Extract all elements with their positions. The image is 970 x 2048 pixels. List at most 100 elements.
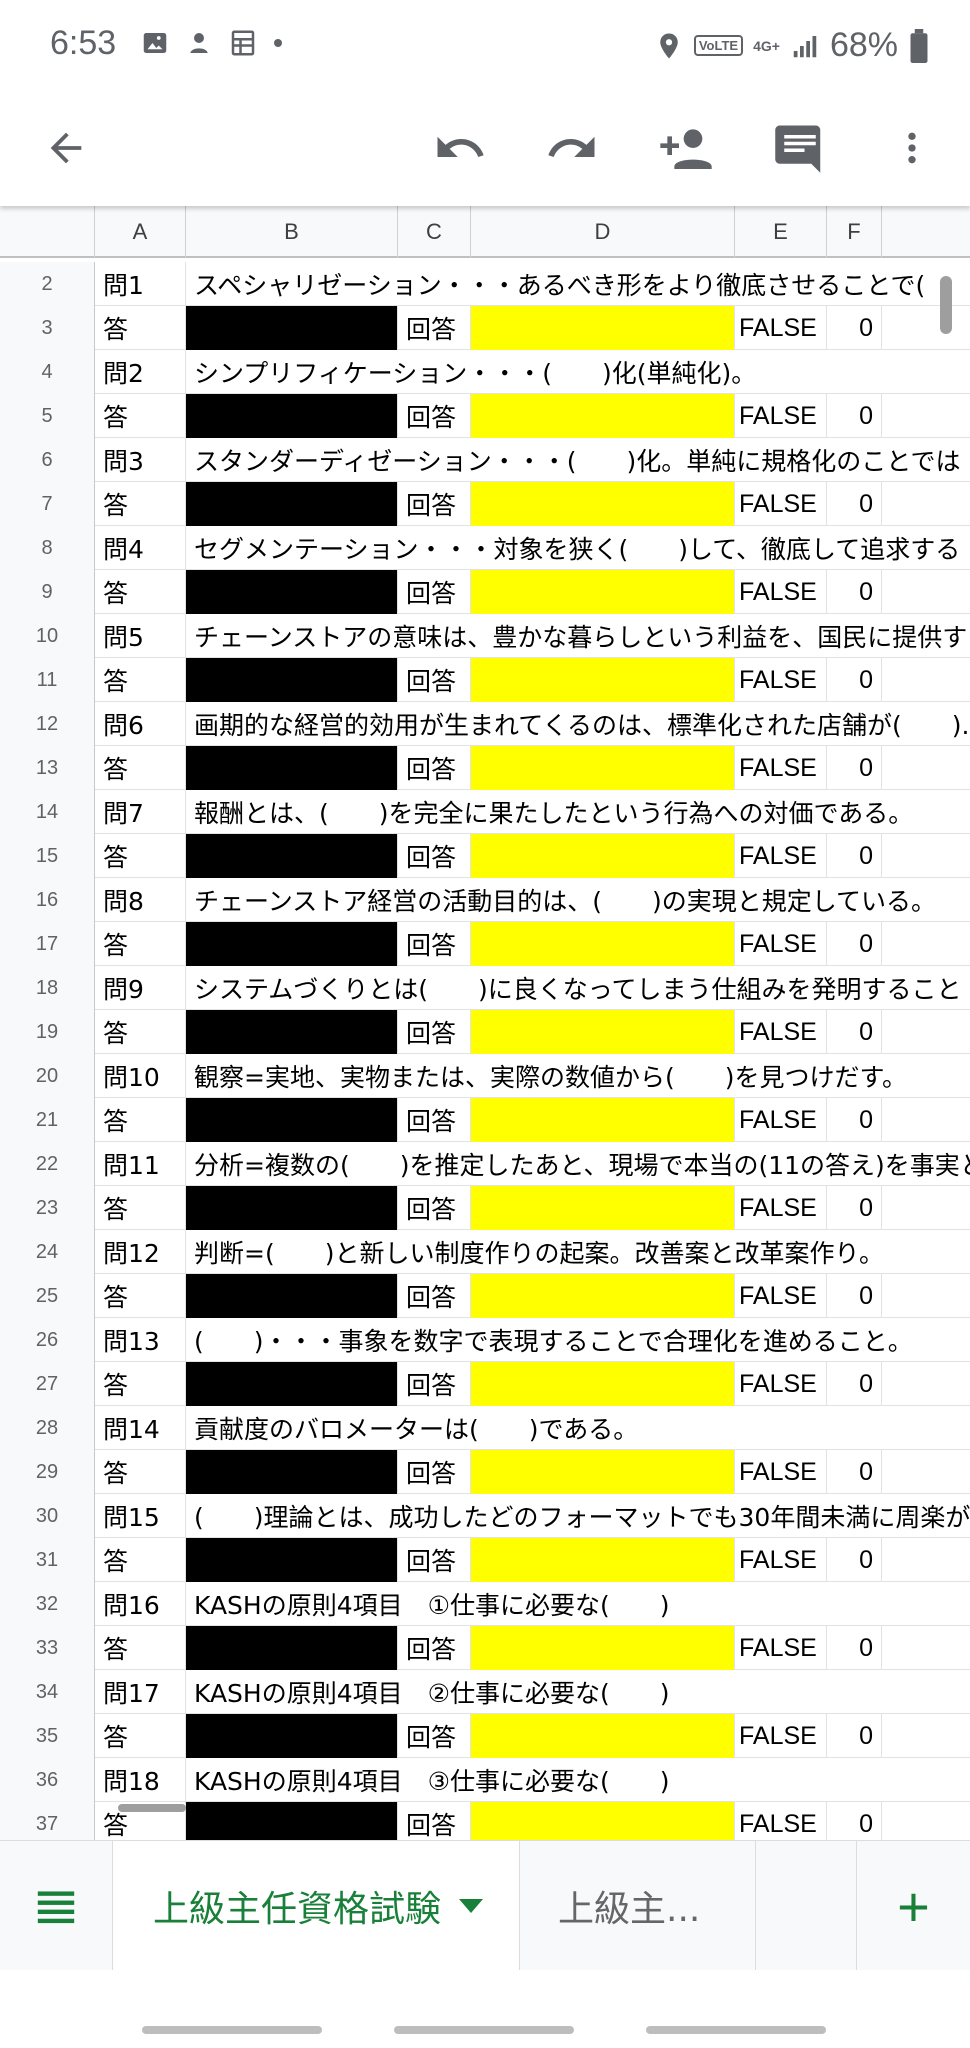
answer-label-cell[interactable]: 回答 [398, 1362, 471, 1406]
answer-input-cell[interactable] [471, 306, 735, 350]
back-button[interactable] [36, 118, 96, 178]
cell-a[interactable]: 答 [95, 394, 186, 438]
empty-cell[interactable] [882, 1450, 970, 1494]
result-cell[interactable]: FALSE [735, 482, 827, 526]
score-cell[interactable]: 0 [827, 306, 882, 350]
question-cell[interactable]: セグメンテーション・・・対象を狭く( )して、徹底して追求する [186, 526, 970, 570]
cell-a[interactable]: 問3 [95, 438, 186, 482]
question-cell[interactable]: システムづくりとは( )に良くなってしまう仕組みを発明すること [186, 966, 970, 1010]
score-cell[interactable]: 0 [827, 922, 882, 966]
answer-masked-cell[interactable] [186, 1450, 398, 1494]
answer-masked-cell[interactable] [186, 1186, 398, 1230]
answer-masked-cell[interactable] [186, 306, 398, 350]
cell-a[interactable]: 答 [95, 1010, 186, 1054]
empty-cell[interactable] [882, 746, 970, 790]
row-number[interactable]: 33 [0, 1626, 95, 1670]
horizontal-scrollbar[interactable] [118, 1804, 186, 1812]
score-cell[interactable]: 0 [827, 834, 882, 878]
empty-cell[interactable] [882, 1186, 970, 1230]
row-number[interactable]: 6 [0, 438, 95, 482]
answer-input-cell[interactable] [471, 1626, 735, 1670]
row-number[interactable]: 21 [0, 1098, 95, 1142]
question-cell[interactable]: シンプリフィケーション・・・( )化(単純化)。 [186, 350, 970, 394]
answer-input-cell[interactable] [471, 746, 735, 790]
add-sheet-button[interactable]: + [856, 1841, 970, 1971]
score-cell[interactable]: 0 [827, 658, 882, 702]
answer-masked-cell[interactable] [186, 1714, 398, 1758]
row-number[interactable]: 20 [0, 1054, 95, 1098]
cell-a[interactable]: 問18 [95, 1758, 186, 1802]
empty-cell[interactable] [882, 922, 970, 966]
answer-input-cell[interactable] [471, 1450, 735, 1494]
row-number[interactable]: 13 [0, 746, 95, 790]
cell-a[interactable]: 問6 [95, 702, 186, 746]
row-number[interactable]: 35 [0, 1714, 95, 1758]
sheet-list-button[interactable] [0, 1841, 112, 1971]
answer-masked-cell[interactable] [186, 394, 398, 438]
answer-input-cell[interactable] [471, 1538, 735, 1582]
redo-button[interactable] [542, 118, 602, 178]
empty-cell[interactable] [882, 1098, 970, 1142]
cell-a[interactable]: 答 [95, 306, 186, 350]
empty-cell[interactable] [882, 570, 970, 614]
cell-a[interactable]: 問12 [95, 1230, 186, 1274]
question-cell[interactable]: KASHの原則4項目 ②仕事に必要な( ) [186, 1670, 970, 1714]
answer-label-cell[interactable]: 回答 [398, 570, 471, 614]
row-number[interactable]: 24 [0, 1230, 95, 1274]
empty-cell[interactable] [882, 1538, 970, 1582]
answer-label-cell[interactable]: 回答 [398, 1186, 471, 1230]
cell-a[interactable]: 答 [95, 1274, 186, 1318]
result-cell[interactable]: FALSE [735, 1186, 827, 1230]
row-number[interactable]: 28 [0, 1406, 95, 1450]
row-number[interactable]: 16 [0, 878, 95, 922]
answer-input-cell[interactable] [471, 570, 735, 614]
cell-a[interactable]: 問9 [95, 966, 186, 1010]
result-cell[interactable]: FALSE [735, 1274, 827, 1318]
cell-a[interactable]: 問10 [95, 1054, 186, 1098]
answer-label-cell[interactable]: 回答 [398, 1626, 471, 1670]
answer-masked-cell[interactable] [186, 746, 398, 790]
row-number[interactable]: 3 [0, 306, 95, 350]
score-cell[interactable]: 0 [827, 482, 882, 526]
question-cell[interactable]: ( )・・・事象を数字で表現することで合理化を進めること。 [186, 1318, 970, 1362]
row-number[interactable]: 8 [0, 526, 95, 570]
answer-masked-cell[interactable] [186, 1010, 398, 1054]
cell-a[interactable]: 問7 [95, 790, 186, 834]
score-cell[interactable]: 0 [827, 570, 882, 614]
result-cell[interactable]: FALSE [735, 306, 827, 350]
cell-a[interactable]: 答 [95, 482, 186, 526]
answer-input-cell[interactable] [471, 1098, 735, 1142]
cell-a[interactable]: 問14 [95, 1406, 186, 1450]
score-cell[interactable]: 0 [827, 1186, 882, 1230]
cell-a[interactable]: 問4 [95, 526, 186, 570]
question-cell[interactable]: チェーンストアの意味は、豊かな暮らしという利益を、国民に提供す [186, 614, 970, 658]
result-cell[interactable]: FALSE [735, 1538, 827, 1582]
vertical-scrollbar[interactable] [940, 276, 952, 334]
question-cell[interactable]: 貢献度のバロメーターは( )である。 [186, 1406, 970, 1450]
row-number[interactable]: 22 [0, 1142, 95, 1186]
sheet-tab-active[interactable]: 上級主任資格試験 [112, 1841, 520, 1971]
result-cell[interactable]: FALSE [735, 1098, 827, 1142]
row-number[interactable]: 2 [0, 262, 95, 306]
spreadsheet-grid[interactable]: A B C D E F 2 問1 スペシャリゼーション・・・あるべき形をより徹底させ… [0, 206, 970, 1840]
empty-cell[interactable] [882, 834, 970, 878]
cell-a[interactable]: 答 [95, 658, 186, 702]
comment-button[interactable] [770, 118, 830, 178]
sheet-tab-second[interactable]: 上級主... [520, 1841, 756, 1971]
answer-label-cell[interactable]: 回答 [398, 1450, 471, 1494]
cell-a[interactable]: 問11 [95, 1142, 186, 1186]
cell-a[interactable]: 問15 [95, 1494, 186, 1538]
score-cell[interactable]: 0 [827, 1362, 882, 1406]
empty-cell[interactable] [882, 1362, 970, 1406]
row-number[interactable]: 17 [0, 922, 95, 966]
answer-masked-cell[interactable] [186, 1274, 398, 1318]
more-options-button[interactable] [882, 118, 942, 178]
question-cell[interactable]: 判断=( )と新しい制度作りの起案。改善案と改革案作り。 [186, 1230, 970, 1274]
result-cell[interactable]: FALSE [735, 1010, 827, 1054]
cell-a[interactable]: 答 [95, 1186, 186, 1230]
answer-masked-cell[interactable] [186, 834, 398, 878]
cell-a[interactable]: 答 [95, 1626, 186, 1670]
answer-label-cell[interactable]: 回答 [398, 1010, 471, 1054]
answer-label-cell[interactable]: 回答 [398, 922, 471, 966]
column-header-c[interactable]: C [398, 206, 471, 258]
